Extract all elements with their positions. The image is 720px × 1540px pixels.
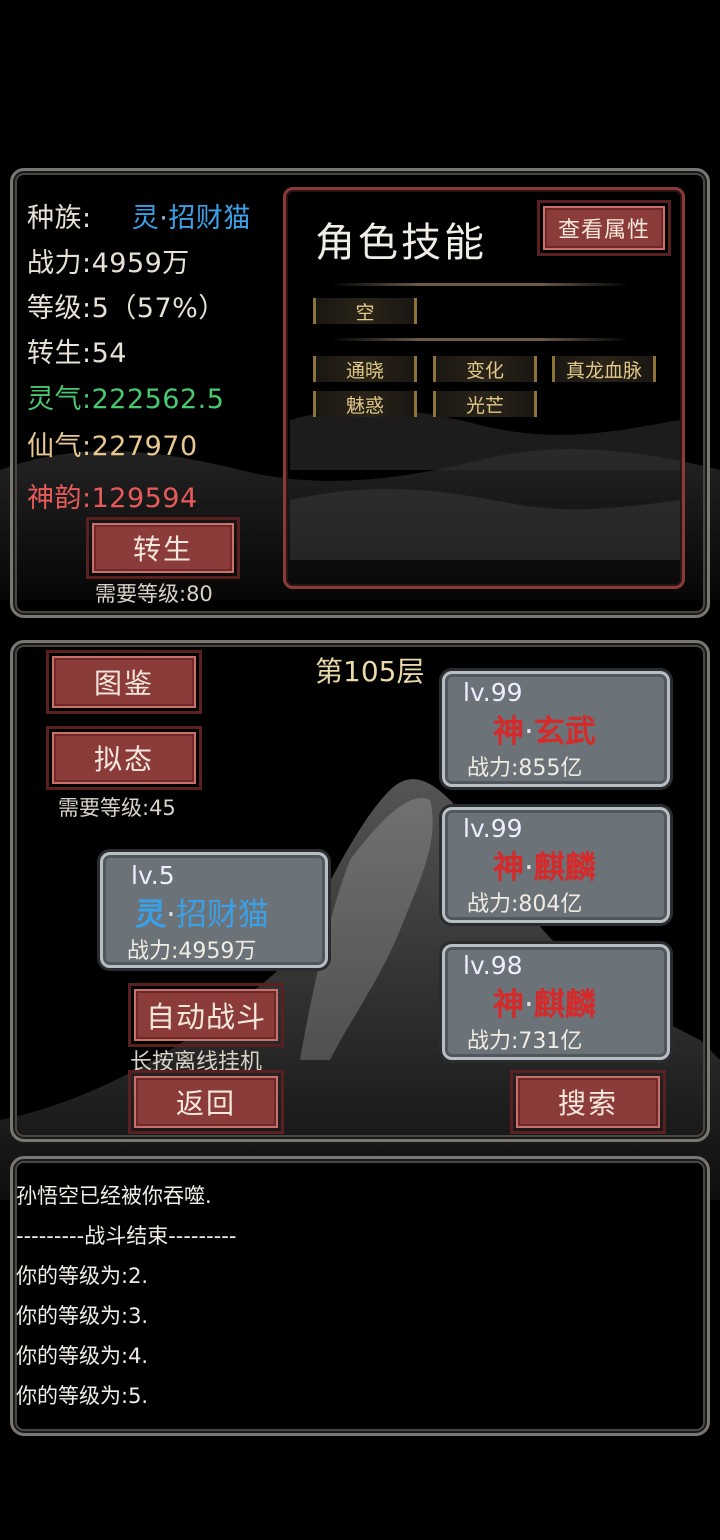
rebirth-requirement: 需要等级:80 xyxy=(95,582,213,606)
enemy-level: lv.99 xyxy=(463,678,523,707)
race-row: 种族: 灵·招财猫 xyxy=(27,196,251,235)
passive-skill[interactable]: 真龙血脉 xyxy=(552,356,656,382)
enemy-level: lv.98 xyxy=(463,951,523,980)
rebirth-stat: 转生:54 xyxy=(27,338,127,369)
power-stat: 战力:4959万 xyxy=(27,248,190,279)
log-line: 你的等级为:3. xyxy=(16,1304,149,1328)
active-skill-slot[interactable]: 空 xyxy=(313,298,417,324)
search-button[interactable]: 搜索 xyxy=(510,1070,666,1134)
enemy-card[interactable]: lv.98 神·麒麟 战力:731亿 xyxy=(442,944,670,1060)
player-name: 灵·招财猫 xyxy=(135,889,269,934)
race-prefix: 灵 xyxy=(131,203,160,234)
race-label: 种族: xyxy=(27,203,92,234)
enemy-power: 战力:731亿 xyxy=(467,1029,583,1054)
mimic-requirement: 需要等级:45 xyxy=(58,796,176,820)
level-stat: 等级:5（57%） xyxy=(27,293,226,324)
auto-battle-hint: 长按离线挂机 xyxy=(130,1050,263,1075)
player-prefix: 灵 xyxy=(135,897,166,933)
lingqi-stat: 灵气:222562.5 xyxy=(27,384,225,415)
enemy-dot: · xyxy=(524,987,534,1023)
passive-skill[interactable]: 变化 xyxy=(433,356,537,382)
codex-button[interactable]: 图鉴 xyxy=(46,650,202,714)
rebirth-button[interactable]: 转生 xyxy=(86,517,240,579)
enemy-dot: · xyxy=(524,714,534,750)
enemy-species: 玄武 xyxy=(533,714,596,750)
back-button[interactable]: 返回 xyxy=(128,1070,284,1134)
enemy-card[interactable]: lv.99 神·麒麟 战力:804亿 xyxy=(442,807,670,923)
enemy-species: 麒麟 xyxy=(533,850,596,886)
skills-title: 角色技能 xyxy=(315,220,487,266)
log-line: 你的等级为:4. xyxy=(16,1344,149,1368)
enemy-level: lv.99 xyxy=(463,814,523,843)
xianqi-stat: 仙气:227970 xyxy=(27,431,198,462)
floor-label: 第105层 xyxy=(315,655,425,688)
skill-divider-mid xyxy=(330,338,630,341)
mimic-button[interactable]: 拟态 xyxy=(46,726,202,790)
player-card[interactable]: lv.5 灵·招财猫 战力:4959万 xyxy=(100,852,328,968)
enemy-power: 战力:855亿 xyxy=(467,756,583,781)
auto-battle-button[interactable]: 自动战斗 xyxy=(128,983,284,1047)
enemy-prefix: 神 xyxy=(493,714,524,750)
enemy-name: 神·麒麟 xyxy=(493,979,596,1024)
enemy-name: 神·玄武 xyxy=(493,706,596,751)
log-line: 你的等级为:5. xyxy=(16,1384,149,1408)
player-dot: · xyxy=(166,897,176,933)
passive-skill[interactable]: 魅惑 xyxy=(313,391,417,417)
enemy-name: 神·麒麟 xyxy=(493,842,596,887)
log-line: 你的等级为:2. xyxy=(16,1264,149,1288)
race-name: 招财猫 xyxy=(168,203,251,234)
shenyun-stat: 神韵:129594 xyxy=(27,483,198,514)
skill-divider-top xyxy=(330,283,630,286)
enemy-prefix: 神 xyxy=(493,850,524,886)
player-level: lv.5 xyxy=(131,861,175,890)
player-power: 战力:4959万 xyxy=(127,939,257,964)
player-race-name: 招财猫 xyxy=(175,897,269,933)
passive-skill[interactable]: 通晓 xyxy=(313,356,417,382)
enemy-species: 麒麟 xyxy=(533,987,596,1023)
log-line: ---------战斗结束--------- xyxy=(16,1224,237,1248)
passive-skill[interactable]: 光芒 xyxy=(433,391,537,417)
log-line: 孙悟空已经被你吞噬. xyxy=(16,1184,212,1208)
enemy-dot: · xyxy=(524,850,534,886)
view-attributes-button[interactable]: 查看属性 xyxy=(537,200,671,256)
enemy-card[interactable]: lv.99 神·玄武 战力:855亿 xyxy=(442,671,670,787)
enemy-prefix: 神 xyxy=(493,987,524,1023)
enemy-power: 战力:804亿 xyxy=(467,892,583,917)
